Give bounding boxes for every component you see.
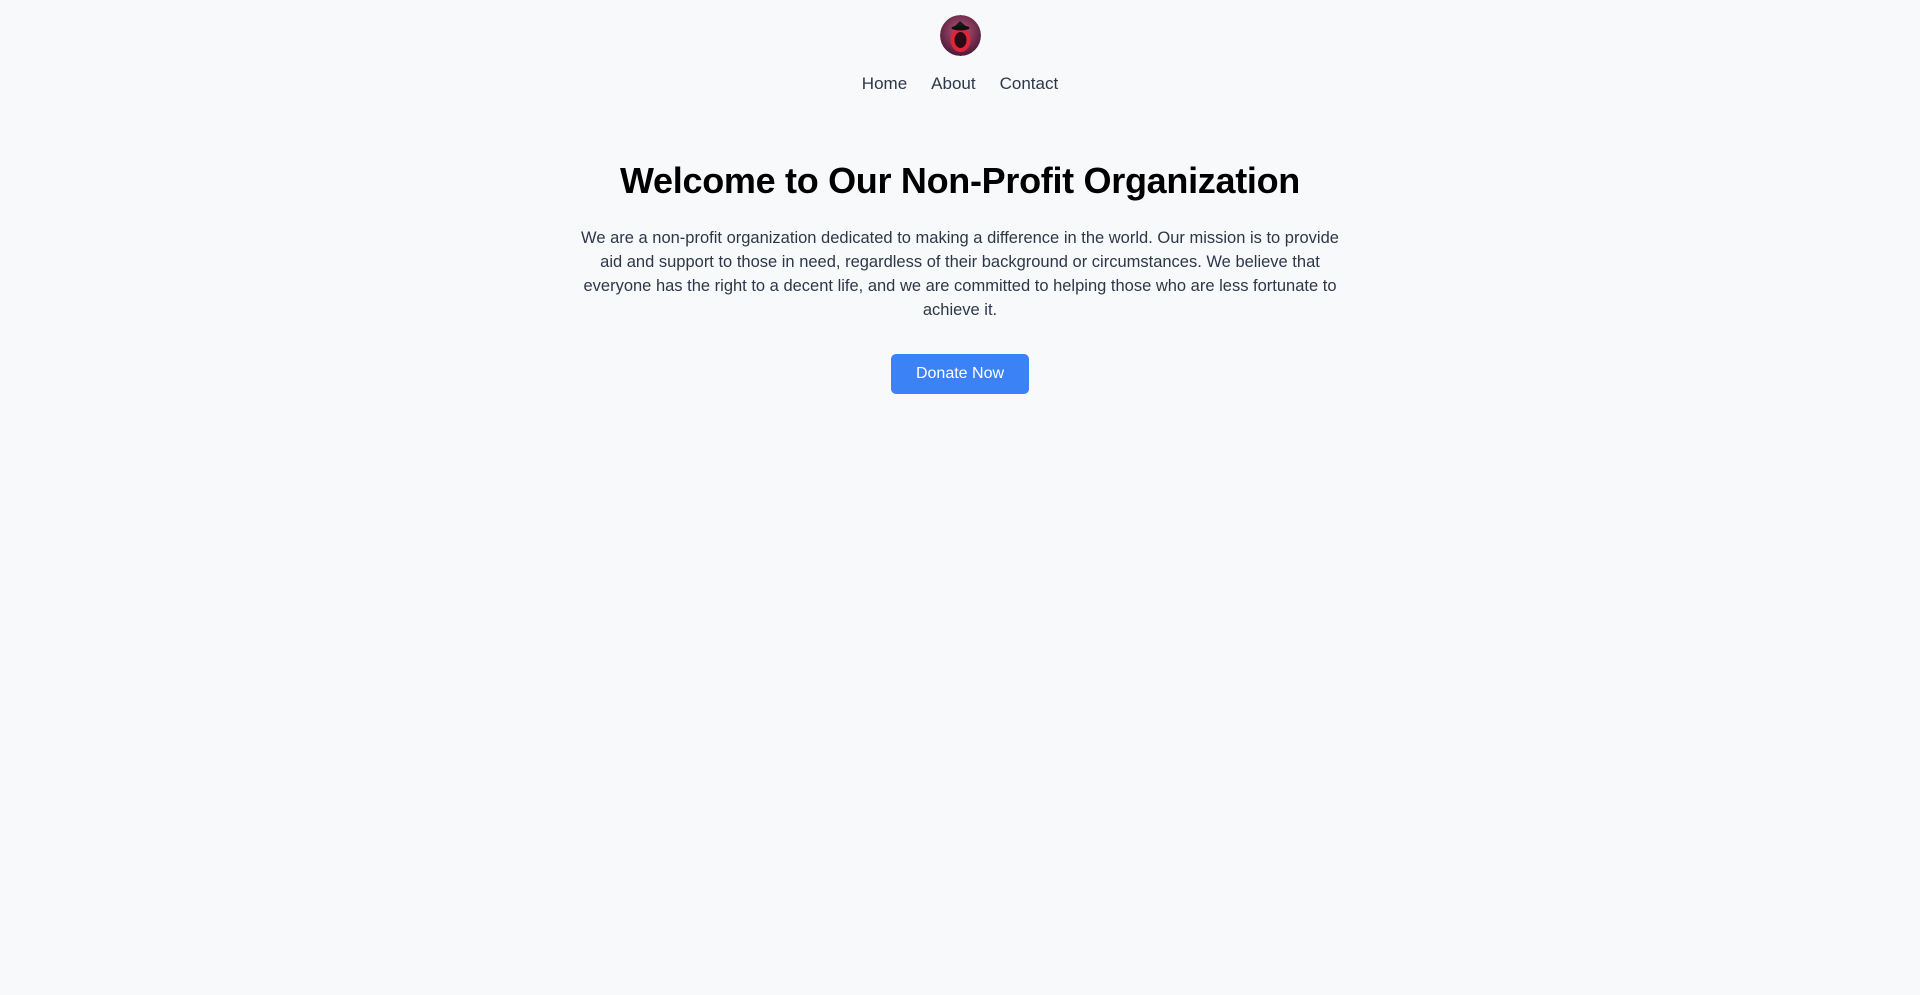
page-title: Welcome to Our Non-Profit Organization bbox=[620, 160, 1300, 201]
donate-button[interactable]: Donate Now bbox=[891, 354, 1029, 394]
intro-text: We are a non-profit organization dedicat… bbox=[581, 229, 1339, 319]
main-nav: Home About Contact bbox=[862, 74, 1058, 94]
hero-section: Welcome to Our Non-Profit Organization W… bbox=[0, 160, 1920, 394]
nav-home[interactable]: Home bbox=[862, 74, 907, 94]
site-header: Home About Contact bbox=[0, 0, 1920, 94]
page: Home About Contact Welcome to Our Non-Pr… bbox=[0, 0, 1920, 995]
nav-contact[interactable]: Contact bbox=[1000, 74, 1059, 94]
logo-icon[interactable] bbox=[939, 15, 981, 56]
nav-about[interactable]: About bbox=[931, 74, 975, 94]
